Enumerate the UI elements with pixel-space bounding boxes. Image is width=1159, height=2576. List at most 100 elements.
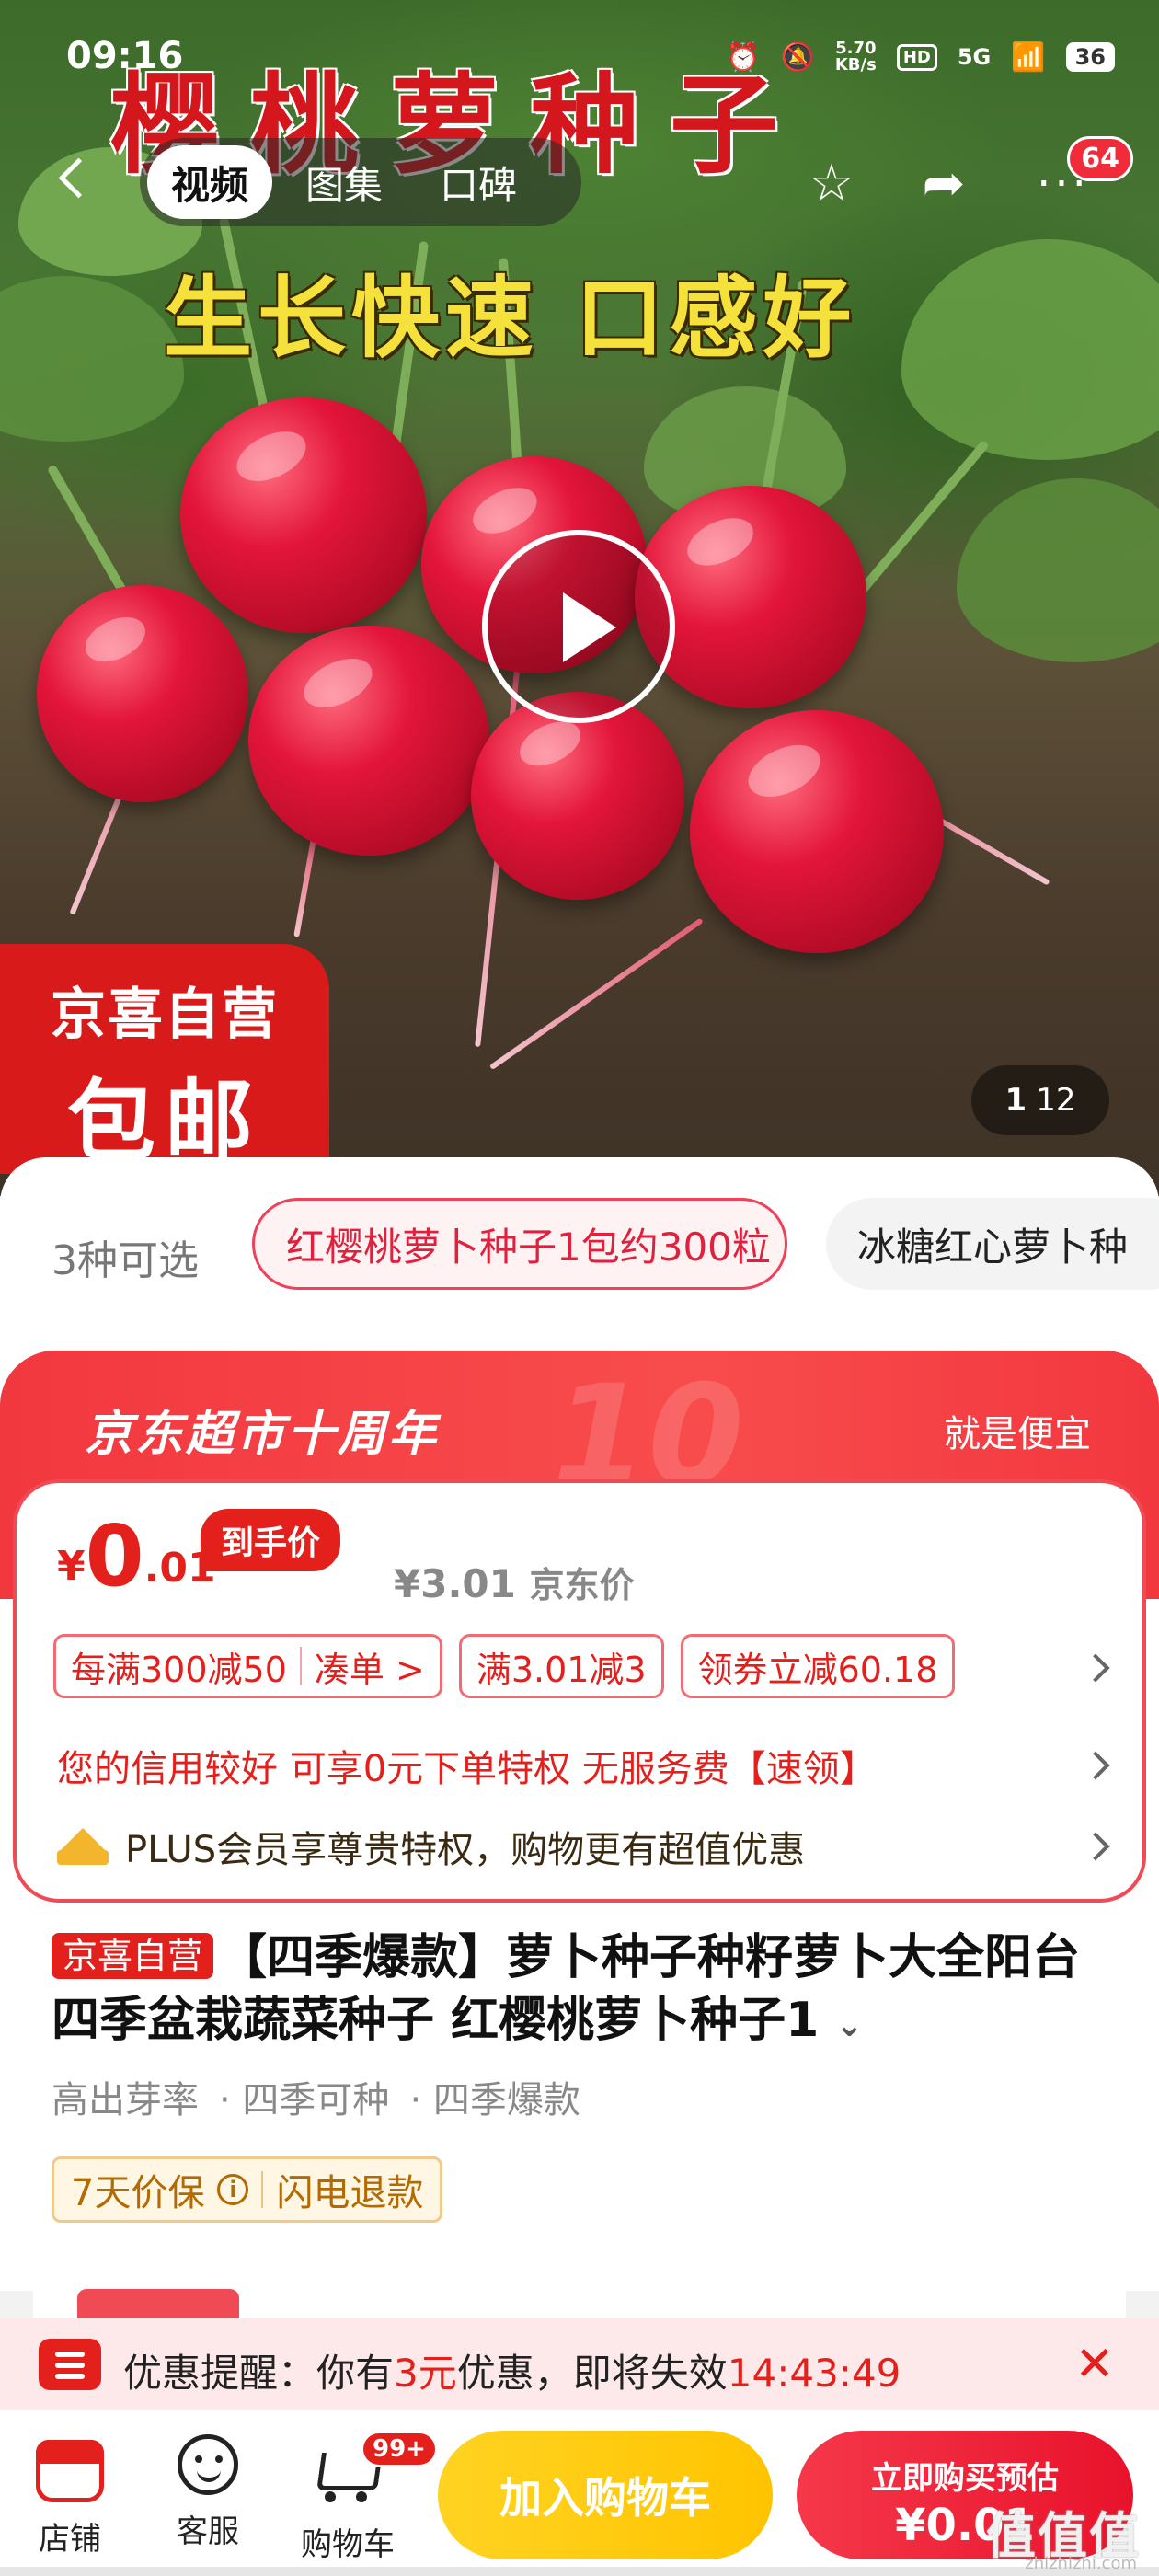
leaf-decoration bbox=[0, 276, 184, 442]
cart-label: 购物车 bbox=[301, 2526, 395, 2563]
buy-now-label: 立即购买预估 bbox=[871, 2460, 1059, 2497]
cart-count-badge: 99+ bbox=[361, 2431, 438, 2467]
currency-symbol: ¥ bbox=[57, 1543, 86, 1590]
self-operated-tag: 京喜自营 bbox=[52, 1933, 214, 1979]
fast-refund-label: 闪电退款 bbox=[276, 2172, 424, 2214]
free-shipping-promo-tag: 京喜自营 包邮 bbox=[0, 944, 329, 1174]
jd-price-label: 京东价 bbox=[529, 1565, 635, 1605]
home-indicator bbox=[0, 2567, 1159, 2576]
promo-tag-line1: 京喜自营 bbox=[51, 983, 279, 1047]
final-price: ¥ 0 .01 bbox=[57, 1514, 216, 1599]
reminder-amount: 3元 bbox=[394, 2351, 457, 2396]
coupon-spend-discount[interactable]: 每满300减50 凑单 > bbox=[53, 1634, 442, 1698]
variant-count: 3种可选 bbox=[52, 1237, 199, 1284]
mute-icon: 🔕 bbox=[780, 40, 815, 74]
leaf-decoration bbox=[901, 239, 1159, 460]
network-speed: 5.70 KB/s bbox=[835, 40, 877, 74]
bottom-action-bar: 店铺 客服 购物车 99+ 加入购物车 立即购买预估 ¥0.01 bbox=[0, 2410, 1159, 2576]
favorite-star-icon[interactable]: ☆ bbox=[798, 151, 865, 217]
variant-selector: 3种可选 红樱桃萝卜种子1包约300粒 冰糖红心萝卜种 bbox=[0, 1157, 1159, 1341]
price-protect-label: 7天价保 bbox=[71, 2172, 205, 2214]
shop-label: 店铺 bbox=[39, 2521, 101, 2558]
info-icon[interactable]: i bbox=[217, 2174, 249, 2205]
coupon-3[interactable]: 领券立减60.18 bbox=[680, 1634, 956, 1698]
hd-icon: HD bbox=[896, 43, 937, 71]
chevron-down-icon[interactable]: ⌄ bbox=[835, 2007, 863, 2044]
customer-service-icon bbox=[178, 2434, 238, 2495]
reminder-middle: 优惠，即将失效 bbox=[456, 2351, 728, 2396]
feature-tag: · 四季可种 bbox=[219, 2079, 390, 2122]
jd-price-value: ¥3.01 bbox=[394, 1561, 516, 1606]
chevron-right-icon[interactable] bbox=[1081, 1832, 1110, 1861]
radish-image bbox=[248, 626, 489, 856]
radish-image bbox=[180, 397, 427, 633]
price-card: ¥ 0 .01 到手价 ¥3.01 京东价 每满300减50 凑单 > 满3.0… bbox=[13, 1479, 1146, 1903]
tab-video[interactable]: 视频 bbox=[147, 145, 273, 219]
feature-tag: 高出芽率 bbox=[52, 2079, 199, 2122]
back-icon[interactable] bbox=[55, 158, 92, 195]
close-icon[interactable]: ✕ bbox=[1067, 2337, 1122, 2392]
price-section: 京东超市十周年 10 就是便宜 ¥ 0 .01 到手价 ¥3.01 京东价 每满… bbox=[0, 1341, 1159, 1904]
coupon-reminder-bar[interactable]: 优惠提醒：你有3元优惠，即将失效14:43:49 ✕ bbox=[0, 2318, 1159, 2410]
net-speed-unit: KB/s bbox=[834, 55, 877, 75]
share-icon[interactable]: ➦ bbox=[911, 151, 977, 217]
next-section-card bbox=[33, 2271, 1126, 2326]
signal-icon: 5G bbox=[957, 44, 992, 70]
jd-price: ¥3.01 京东价 bbox=[394, 1557, 635, 1607]
hero-overlay-subtitle: 生长快速 口感好 bbox=[164, 267, 857, 370]
plus-text: PLUS会员享尊贵特权，购物更有超值优惠 bbox=[125, 1829, 806, 1871]
root bbox=[293, 827, 318, 937]
coupon-row: 每满300减50 凑单 > 满3.01减3 领券立减60.18 bbox=[53, 1634, 956, 1698]
watermark-url: zhizhizhi.com bbox=[1025, 2554, 1137, 2573]
add-items-link[interactable]: 凑单 > bbox=[315, 1641, 425, 1692]
top-navigation: 视频 图集 口碑 ☆ ➦ ··· 64 bbox=[0, 136, 1159, 230]
radish-image bbox=[37, 585, 248, 802]
alarm-icon: ⏰ bbox=[726, 40, 761, 74]
media-tabs: 视频 图集 口碑 bbox=[140, 138, 581, 226]
service-guarantee[interactable]: 7天价保 i 闪电退款 bbox=[52, 2156, 443, 2223]
chevron-right-icon[interactable] bbox=[1081, 1751, 1110, 1780]
plus-membership-row[interactable]: PLUS会员享尊贵特权，购物更有超值优惠 bbox=[57, 1820, 805, 1873]
coupon-icon bbox=[39, 2339, 101, 2390]
wifi-icon: 📶 bbox=[1011, 40, 1046, 74]
price-integer: 0 bbox=[85, 1507, 144, 1605]
banner-title: 京东超市十周年 bbox=[85, 1407, 440, 1462]
feature-tags: 高出芽率 · 四季可种 · 四季爆款 bbox=[52, 2070, 580, 2123]
crown-icon bbox=[57, 1828, 109, 1865]
status-icons: ⏰ 🔕 5.70 KB/s HD 5G 📶 36 bbox=[726, 40, 1115, 74]
final-price-tag: 到手价 bbox=[201, 1509, 341, 1571]
chevron-right-icon[interactable] bbox=[1081, 1653, 1110, 1683]
variant-option-selected[interactable]: 红樱桃萝卜种子1包约300粒 bbox=[252, 1198, 787, 1290]
coupon-1-text: 每满300减50 bbox=[71, 1649, 287, 1690]
add-to-cart-button[interactable]: 加入购物车 bbox=[438, 2431, 773, 2559]
root bbox=[488, 917, 704, 1071]
service-label: 客服 bbox=[177, 2513, 239, 2550]
reminder-text: 优惠提醒：你有3元优惠，即将失效14:43:49 bbox=[123, 2342, 901, 2398]
message-badge: 64 bbox=[1067, 136, 1133, 181]
battery-icon: 36 bbox=[1065, 42, 1115, 72]
status-time: 09:16 bbox=[66, 35, 184, 77]
image-total: 12 bbox=[1036, 1082, 1076, 1119]
product-info: 京喜自营 【四季爆款】萝卜种子种籽萝卜大全阳台四季盆栽蔬菜种子 红樱桃萝卜种子1 … bbox=[0, 1904, 1159, 2291]
reminder-prefix: 优惠提醒：你有 bbox=[123, 2351, 395, 2396]
leaf-decoration bbox=[957, 478, 1159, 662]
feature-tag: · 四季爆款 bbox=[409, 2079, 580, 2122]
divider bbox=[261, 2171, 264, 2208]
product-title[interactable]: 京喜自营 【四季爆款】萝卜种子种籽萝卜大全阳台四季盆栽蔬菜种子 红樱桃萝卜种子1 … bbox=[52, 1926, 1109, 2057]
image-index: 1 bbox=[1004, 1082, 1027, 1119]
customer-service-button[interactable]: 客服 bbox=[153, 2434, 263, 2551]
credit-privilege[interactable]: 您的信用较好 可享0元下单特权 无服务费【速领】 bbox=[57, 1739, 877, 1792]
play-video-button[interactable] bbox=[482, 530, 675, 723]
divider bbox=[299, 1647, 302, 1685]
banner-slogan: 就是便宜 bbox=[944, 1413, 1091, 1455]
shop-icon bbox=[36, 2440, 104, 2502]
image-counter: 1 12 bbox=[971, 1065, 1109, 1135]
tab-gallery[interactable]: 图集 bbox=[281, 145, 407, 219]
shop-button[interactable]: 店铺 bbox=[15, 2434, 125, 2559]
coupon-2[interactable]: 满3.01减3 bbox=[458, 1634, 664, 1698]
radish-image bbox=[690, 710, 944, 953]
variant-option[interactable]: 冰糖红心萝卜种 bbox=[826, 1198, 1159, 1290]
tab-reviews[interactable]: 口碑 bbox=[416, 145, 541, 219]
status-bar: 09:16 ⏰ 🔕 5.70 KB/s HD 5G 📶 36 bbox=[0, 0, 1159, 110]
reminder-countdown: 14:43:49 bbox=[727, 2351, 901, 2396]
